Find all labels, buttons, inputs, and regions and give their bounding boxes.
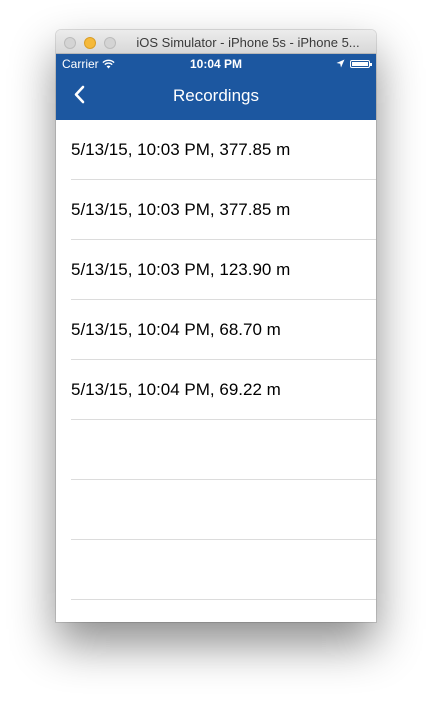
list-item[interactable]: 5/13/15, 10:03 PM, 377.85 m	[56, 180, 376, 240]
list-item[interactable]: 5/13/15, 10:03 PM, 377.85 m	[56, 120, 376, 180]
recordings-list[interactable]: 5/13/15, 10:03 PM, 377.85 m 5/13/15, 10:…	[56, 120, 376, 622]
page-title: Recordings	[173, 86, 259, 105]
empty-list-row	[56, 540, 376, 600]
window-title: iOS Simulator - iPhone 5s - iPhone 5...	[136, 35, 360, 50]
status-time: 10:04 PM	[189, 57, 243, 71]
navigation-bar: Carrier 10:04 PM Recordings	[56, 54, 376, 120]
empty-list-row	[56, 480, 376, 540]
list-item[interactable]: 5/13/15, 10:04 PM, 68.70 m	[56, 300, 376, 360]
location-arrow-icon	[336, 59, 345, 68]
close-window-button[interactable]	[64, 37, 76, 49]
recording-label: 5/13/15, 10:03 PM, 123.90 m	[71, 260, 291, 279]
list-item[interactable]: 5/13/15, 10:03 PM, 123.90 m	[56, 240, 376, 300]
empty-list-row	[56, 600, 376, 622]
empty-list-row	[56, 420, 376, 480]
recording-label: 5/13/15, 10:04 PM, 68.70 m	[71, 320, 281, 339]
battery-icon	[350, 59, 372, 68]
recording-label: 5/13/15, 10:03 PM, 377.85 m	[71, 200, 291, 219]
window-titlebar: iOS Simulator - iPhone 5s - iPhone 5...	[56, 30, 376, 54]
recording-label: 5/13/15, 10:04 PM, 69.22 m	[71, 380, 281, 399]
zoom-window-button[interactable]	[104, 37, 116, 49]
battery-level	[352, 61, 368, 66]
simulator-window: iOS Simulator - iPhone 5s - iPhone 5... …	[56, 30, 376, 622]
list-item[interactable]: 5/13/15, 10:04 PM, 69.22 m	[56, 360, 376, 420]
recording-label: 5/13/15, 10:03 PM, 377.85 m	[71, 140, 291, 159]
minimize-window-button[interactable]	[84, 37, 96, 49]
status-right-indicators	[336, 59, 372, 68]
